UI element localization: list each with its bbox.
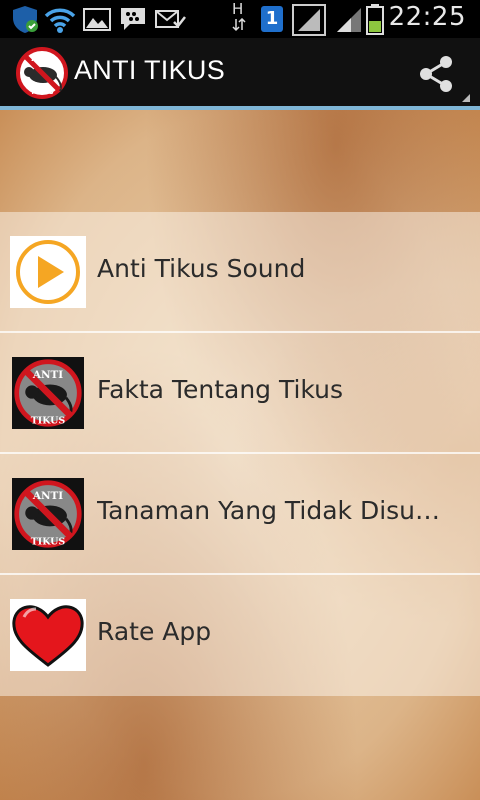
logo-text-top: ANTI bbox=[31, 54, 52, 63]
play-icon bbox=[10, 236, 86, 308]
battery-icon bbox=[366, 4, 384, 35]
list-item-label: Tanaman Yang Tidak Disu… bbox=[97, 496, 441, 525]
list-item-anti-tikus-sound[interactable]: Anti Tikus Sound bbox=[0, 212, 480, 333]
action-bar: ANTI TIKUS ANTI TIKUS bbox=[0, 38, 480, 110]
anti-rat-icon: ANTI TIKUS bbox=[12, 357, 84, 429]
share-button[interactable] bbox=[416, 54, 470, 102]
overflow-indicator-icon bbox=[462, 94, 470, 102]
signal-bars-icon bbox=[337, 8, 361, 32]
list-item-label: Anti Tikus Sound bbox=[97, 254, 306, 283]
app-title: ANTI TIKUS bbox=[74, 55, 226, 85]
heart-icon bbox=[10, 599, 86, 671]
network-type-label: H bbox=[232, 0, 244, 18]
data-arrows-icon bbox=[232, 18, 246, 32]
shield-icon bbox=[13, 6, 38, 33]
mail-check-icon bbox=[155, 10, 186, 28]
menu-list: Anti Tikus Sound ANTI TIKUS Fakta Tentan… bbox=[0, 212, 480, 696]
share-icon bbox=[420, 56, 452, 92]
app-logo-icon[interactable]: ANTI TIKUS bbox=[16, 47, 68, 99]
list-item-rate-app[interactable]: Rate App bbox=[0, 575, 480, 696]
svg-text:TIKUS: TIKUS bbox=[31, 536, 66, 547]
status-bar: H 1 22:25 bbox=[0, 0, 480, 38]
notification-badge: 1 bbox=[261, 6, 283, 32]
clock: 22:25 bbox=[388, 2, 466, 32]
list-item-label: Fakta Tentang Tikus bbox=[97, 375, 344, 404]
image-icon bbox=[83, 8, 111, 31]
chat-icon bbox=[121, 8, 145, 30]
list-item-tanaman[interactable]: ANTI TIKUS Tanaman Yang Tidak Disu… bbox=[0, 454, 480, 575]
list-item-fakta-tentang-tikus[interactable]: ANTI TIKUS Fakta Tentang Tikus bbox=[0, 333, 480, 454]
wifi-icon bbox=[44, 8, 76, 33]
signal-icon bbox=[292, 4, 326, 36]
svg-text:TIKUS: TIKUS bbox=[31, 415, 66, 426]
anti-rat-icon: ANTI TIKUS bbox=[12, 478, 84, 550]
svg-text:ANTI: ANTI bbox=[32, 369, 63, 381]
svg-text:ANTI: ANTI bbox=[32, 490, 63, 502]
logo-text-bottom: TIKUS bbox=[30, 88, 53, 96]
list-item-label: Rate App bbox=[97, 617, 212, 646]
